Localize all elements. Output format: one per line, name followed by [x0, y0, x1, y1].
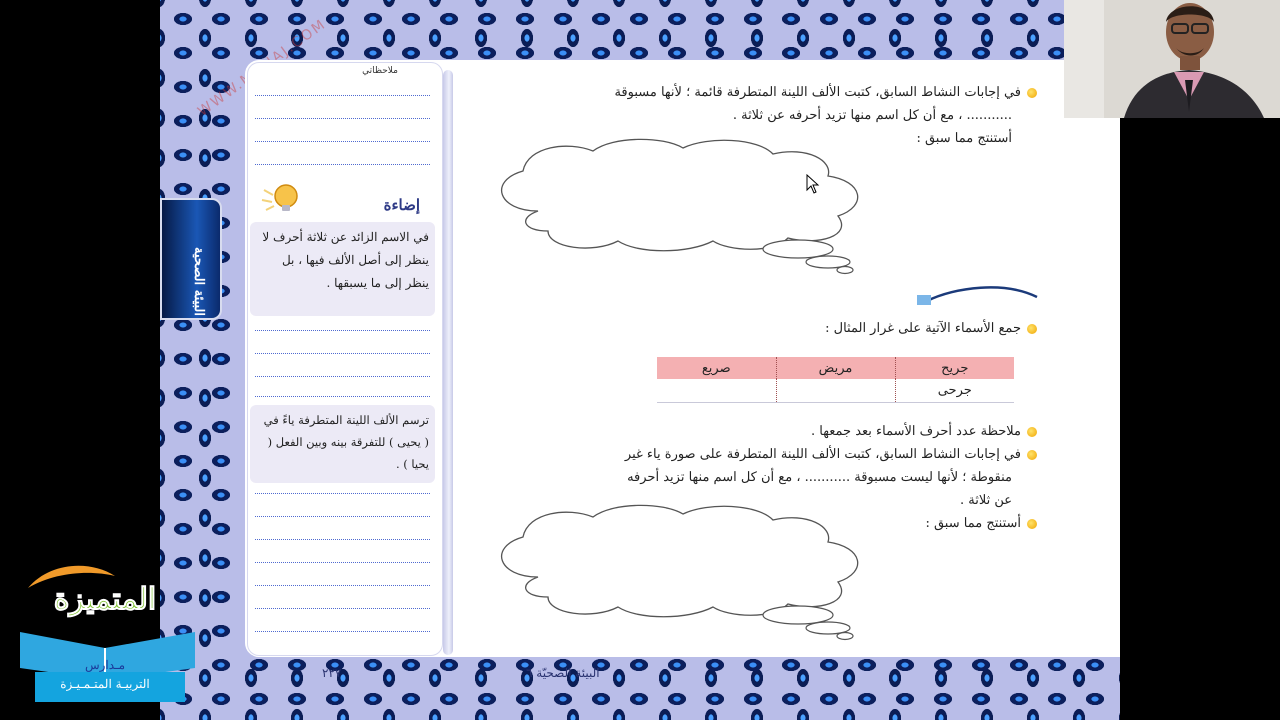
content-line: أستنتج مما سبق : [925, 516, 1037, 531]
note-line [255, 562, 430, 563]
note-line [255, 493, 430, 494]
note-line [255, 164, 430, 165]
idea-note: في الاسم الزائد عن ثلاثة أحرف لا ينظر إل… [250, 222, 435, 316]
table-cell: جرحى [894, 379, 1014, 403]
unit-side-tab: البيئة الصحية [160, 198, 222, 320]
note-line [255, 118, 430, 119]
content-line: ملاحظة عدد أحرف الأسماء بعد جمعها . [811, 424, 1037, 439]
note-line [255, 353, 430, 354]
content-line: عن ثلاثة . [959, 493, 1012, 508]
notes-header: ملاحظاتي [362, 66, 398, 76]
unit-footer-label: البيئة الصحيّة ٦ [526, 666, 600, 680]
bullet-icon [1027, 449, 1037, 460]
bullet-icon [1027, 426, 1037, 437]
mouse-cursor-icon [806, 174, 820, 194]
table-header: جريح [894, 357, 1014, 379]
table-header: مريض [775, 357, 895, 379]
logo-subtitle: مـدارس [84, 658, 126, 672]
tip-note: ترسم الألف اللينة المتطرفة ياءً في ( يحي… [250, 405, 435, 483]
content-line: أستنتج مما سبق : [916, 131, 1012, 146]
lightbulb-icon [261, 184, 298, 211]
note-line [255, 95, 430, 96]
logo-title: المتميزة [53, 582, 157, 618]
note-line [255, 516, 430, 517]
note-line [255, 376, 430, 377]
content-line: ........... ، مع أن كل اسم منها تزيد أحر… [732, 108, 1012, 123]
bullet-icon [1027, 87, 1037, 98]
plural-exercise-table: جريح مريض صريع جرحى [657, 357, 1014, 403]
thought-cloud-answer-box[interactable] [488, 136, 868, 276]
table-header: صريع [657, 357, 776, 379]
content-line: في إجابات النشاط السابق، كتبت الألف اللي… [625, 447, 1037, 462]
note-line [255, 608, 430, 609]
idea-box-title: إضاءة [383, 196, 420, 214]
column-divider [443, 70, 453, 655]
section-swoosh-icon [917, 286, 1038, 305]
logo-tagline: التربيـة المتـمـيـزة [60, 677, 150, 691]
unit-side-tab-label: البيئة الصحية [191, 247, 206, 316]
table-cell-answer[interactable] [775, 379, 895, 403]
note-line [255, 330, 430, 331]
content-line: جمع الأسماء الآتية على غرار المثال : [825, 321, 1037, 336]
note-line [255, 631, 430, 632]
note-line [255, 585, 430, 586]
note-line [255, 141, 430, 142]
page-number: ٢٢٧ [322, 666, 342, 680]
content-line: منقوطة ؛ لأنها ليست مسبوقة ........... ،… [627, 470, 1012, 485]
bullet-icon [1027, 323, 1037, 334]
note-line [255, 539, 430, 540]
thought-cloud-answer-box[interactable] [488, 502, 868, 642]
note-line [255, 396, 430, 397]
content-line: في إجابات النشاط السابق، كتبت الألف اللي… [614, 85, 1037, 100]
table-cell-answer[interactable] [657, 379, 776, 403]
webcam-overlay [1064, 0, 1280, 118]
presenter-video-icon [1064, 0, 1280, 118]
bullet-icon [1027, 518, 1037, 529]
notes-column [247, 62, 443, 656]
